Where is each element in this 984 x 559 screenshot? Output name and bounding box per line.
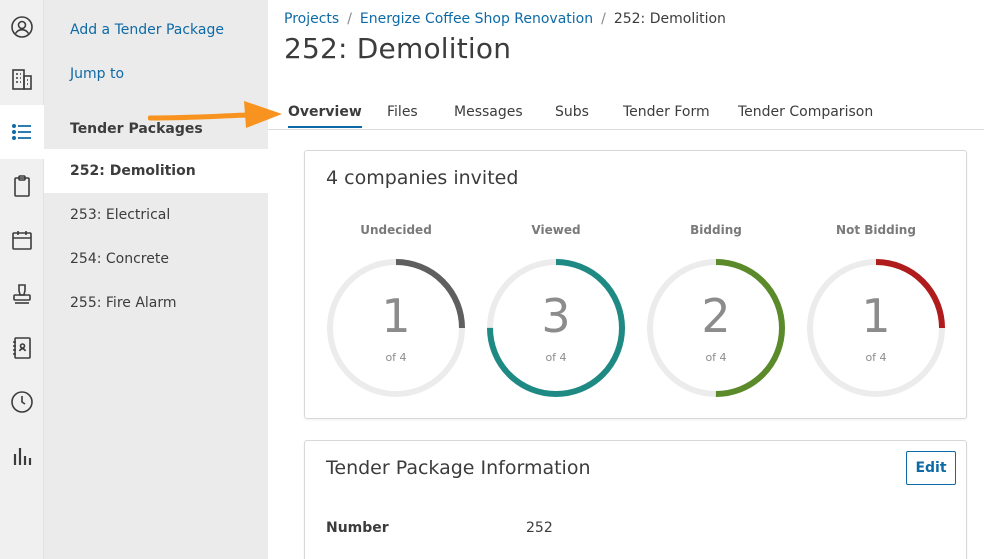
gauge-bidding[interactable]: Bidding 2 of 4 [645,223,787,403]
gauge-not-bidding[interactable]: Not Bidding 1 of 4 [805,223,947,403]
sidebar: Add a Tender Package Jump to Tender Pack… [44,0,268,559]
clipboard-icon [14,175,30,197]
sidebar-item-253-electrical[interactable]: 253: Electrical [44,193,268,237]
breadcrumb-projects[interactable]: Projects [284,11,339,27]
sidebar-heading: Tender Packages [70,121,203,137]
gauge-undecided[interactable]: Undecided 1 of 4 [325,223,467,403]
companies-invited-title: 4 companies invited [326,167,519,189]
gauge-label: Undecided [360,223,432,237]
user-circle-icon [11,16,33,38]
gauge-label: Not Bidding [836,223,916,237]
breadcrumb-project[interactable]: Energize Coffee Shop Renovation [360,11,593,27]
sidebar-item-252-demolition[interactable]: 252: Demolition [44,149,268,193]
rail-item-approvals[interactable] [0,267,44,321]
rail-item-directory[interactable] [0,321,44,375]
tab-bar: Overview Files Messages Subs Tender Form… [268,98,984,130]
gauge-value: 2 [701,289,731,343]
rail-item-history[interactable] [0,375,44,429]
number-value: 252 [526,520,553,536]
bar-chart-icon [13,448,32,465]
main-content: Projects / Energize Coffee Shop Renovati… [268,0,984,559]
icon-rail [0,0,44,559]
rail-item-projects[interactable] [0,52,44,106]
gauge-total: of 4 [385,351,407,364]
tab-overview[interactable]: Overview [288,104,362,128]
add-tender-package-link[interactable]: Add a Tender Package [70,22,224,38]
gauge-value: 1 [861,289,891,343]
tab-messages[interactable]: Messages [454,104,523,120]
gauge-total: of 4 [545,351,567,364]
clock-icon [11,391,33,413]
companies-invited-card: 4 companies invited Undecided 1 of 4 Vie… [304,150,967,419]
contacts-book-icon [13,337,31,359]
gauge-value: 3 [541,289,571,343]
breadcrumb-separator: / [601,11,606,27]
building-icon [12,69,32,90]
breadcrumb-current: 252: Demolition [613,11,726,27]
breadcrumb: Projects / Energize Coffee Shop Renovati… [284,11,726,27]
app-window: Add a Tender Package Jump to Tender Pack… [0,0,984,559]
tab-subs[interactable]: Subs [555,104,589,120]
sidebar-item-255-fire-alarm[interactable]: 255: Fire Alarm [44,281,268,325]
rail-item-tender-packages[interactable] [0,105,44,159]
gauge-total: of 4 [865,351,887,364]
gauge-label: Viewed [531,223,581,237]
jump-to-link[interactable]: Jump to [70,66,124,82]
rail-item-schedule[interactable] [0,213,44,267]
gauge-total: of 4 [705,351,727,364]
tab-files[interactable]: Files [387,104,418,120]
tab-tender-comparison[interactable]: Tender Comparison [738,104,873,120]
page-title: 252: Demolition [284,32,512,65]
calendar-icon [12,231,32,250]
tender-package-info-card: Tender Package Information Edit Number 2… [304,440,967,559]
gauge-viewed[interactable]: Viewed 3 of 4 [485,223,627,403]
tab-tender-form[interactable]: Tender Form [623,104,710,120]
sidebar-item-254-concrete[interactable]: 254: Concrete [44,237,268,281]
number-label: Number [326,520,389,536]
rail-item-reports[interactable] [0,429,44,483]
list-icon [12,124,31,140]
edit-button[interactable]: Edit [906,451,956,485]
gauge-value: 1 [381,289,411,343]
tender-package-info-title: Tender Package Information [326,457,591,479]
breadcrumb-separator: / [347,11,352,27]
gauge-label: Bidding [690,223,742,237]
rail-item-profile[interactable] [0,0,44,54]
stamp-icon [13,284,31,304]
rail-item-forms[interactable] [0,159,44,213]
